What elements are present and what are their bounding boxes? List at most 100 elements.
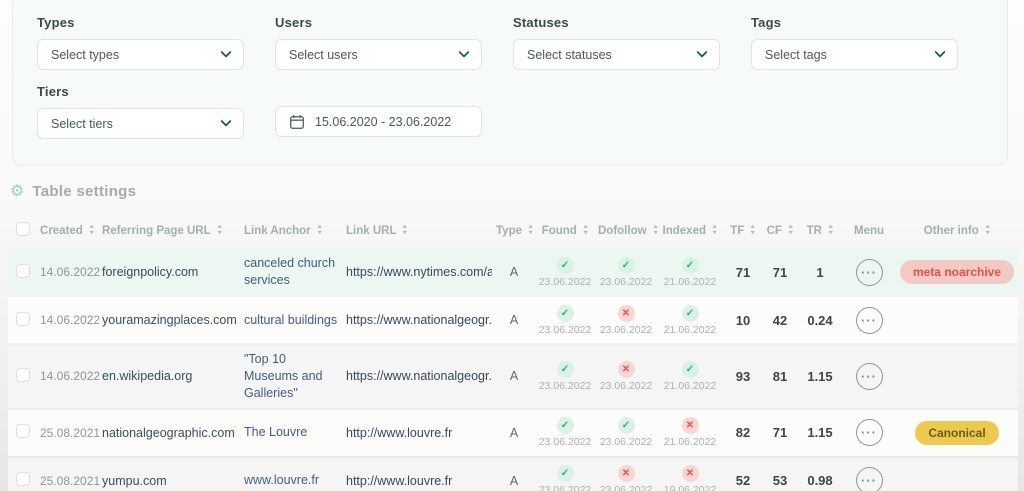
link-url-link[interactable]: https://www.nationalgeogr... — [346, 313, 492, 327]
sort-arrows-icon[interactable]: ▲▼ — [788, 225, 793, 236]
column-header-created[interactable]: Created▲▼ — [38, 212, 100, 247]
users-select-placeholder: Select users — [289, 48, 358, 62]
link-url-link[interactable]: http://www.louvre.fr — [346, 426, 492, 440]
sort-arrows-icon[interactable]: ▲▼ — [89, 225, 94, 236]
filter-field-statuses: Statuses Select statuses — [513, 15, 751, 70]
cross-icon: ✕ — [682, 465, 699, 482]
link-anchor-cell: The Louvre — [242, 410, 344, 456]
referring-page-url-link[interactable]: youramazingplaces.com — [102, 313, 237, 327]
cf-cell: 71 — [762, 410, 798, 456]
tf-cell: 10 — [724, 297, 762, 343]
table-settings-button[interactable]: ⚙ Table settings — [10, 183, 136, 200]
sort-arrows-icon[interactable]: ▲▼ — [217, 225, 222, 236]
row-menu-button[interactable]: ··· — [856, 307, 883, 334]
row-menu-button[interactable]: ··· — [856, 467, 883, 491]
tr-cell: 0.98 — [798, 458, 842, 491]
status-date: 23.06.2022 — [536, 324, 594, 336]
referring-page-url-link[interactable]: foreignpolicy.com — [102, 265, 198, 279]
sort-arrows-icon[interactable]: ▲▼ — [985, 225, 990, 236]
cf-cell: 53 — [762, 458, 798, 491]
date-range-input[interactable]: 15.06.2020 - 23.06.2022 — [275, 106, 482, 137]
sort-arrows-icon[interactable]: ▲▼ — [402, 225, 407, 236]
dofollow-cell: ✕ 23.06.2022 — [596, 345, 656, 408]
check-icon: ✓ — [618, 257, 635, 274]
check-icon: ✓ — [682, 305, 699, 322]
tf-cell: 82 — [724, 410, 762, 456]
column-header-cf[interactable]: CF▲▼ — [762, 212, 798, 247]
tf-cell: 71 — [724, 249, 762, 295]
status-date: 23.06.2022 — [598, 324, 654, 336]
types-select[interactable]: Select types — [37, 39, 244, 70]
select-all-checkbox[interactable] — [16, 222, 30, 236]
other-info-badge: Canonical — [915, 421, 998, 445]
sort-arrows-icon[interactable]: ▲▼ — [828, 225, 833, 236]
cross-icon: ✕ — [618, 361, 635, 378]
chevron-down-icon — [220, 115, 231, 126]
gear-icon: ⚙ — [10, 184, 24, 200]
other-info-badge: meta noarchive — [900, 260, 1014, 284]
link-url-link[interactable]: https://www.nationalgeogr... — [346, 369, 492, 383]
column-header-found[interactable]: Found▲▼ — [534, 212, 596, 247]
row-checkbox[interactable] — [16, 264, 30, 278]
status-date: 23.06.2022 — [598, 380, 654, 392]
row-checkbox[interactable] — [16, 368, 30, 382]
sort-arrows-icon[interactable]: ▲▼ — [653, 225, 658, 236]
sort-arrows-icon[interactable]: ▲▼ — [750, 225, 755, 236]
status-date: 23.06.2022 — [536, 436, 594, 448]
cf-cell: 71 — [762, 249, 798, 295]
referring-page-url-link[interactable]: yumpu.com — [102, 474, 167, 488]
created-cell: 14.06.2022 — [38, 345, 100, 408]
sort-arrows-icon[interactable]: ▲▼ — [317, 225, 322, 236]
row-checkbox[interactable] — [16, 312, 30, 326]
column-header-link-anchor[interactable]: Link Anchor▲▼ — [242, 212, 344, 247]
type-cell: A — [494, 297, 534, 343]
row-checkbox[interactable] — [16, 424, 30, 438]
filter-field-daterange: 15.06.2020 - 23.06.2022 — [275, 84, 513, 139]
statuses-select[interactable]: Select statuses — [513, 39, 720, 70]
link-url-link[interactable]: http://www.louvre.fr — [346, 474, 492, 488]
link-url-link[interactable]: https://www.nytimes.com/a... — [346, 265, 492, 279]
column-header-link-url[interactable]: Link URL▲▼ — [344, 212, 494, 247]
type-cell: A — [494, 249, 534, 295]
tr-cell: 0.24 — [798, 297, 842, 343]
row-menu-button[interactable]: ··· — [856, 419, 883, 446]
filter-field-tags: Tags Select tags — [751, 15, 989, 70]
tr-cell: 1.15 — [798, 410, 842, 456]
referring-page-url-link[interactable]: nationalgeographic.com — [102, 426, 235, 440]
found-cell: ✓23.06.2022 — [534, 249, 596, 295]
cf-cell: 81 — [762, 345, 798, 408]
row-menu-button[interactable]: ··· — [856, 259, 883, 286]
indexed-cell: ✕19.06.2022 — [656, 458, 724, 491]
sort-arrows-icon[interactable]: ▲▼ — [583, 225, 588, 236]
column-header-other-info[interactable]: Other info▲▼ — [896, 212, 1018, 247]
filter-field-types: Types Select types — [37, 15, 275, 70]
column-header-tr[interactable]: TR▲▼ — [798, 212, 842, 247]
column-header-indexed[interactable]: Indexed▲▼ — [656, 212, 724, 247]
status-date: 23.06.2022 — [536, 484, 594, 491]
column-header-tf[interactable]: TF▲▼ — [724, 212, 762, 247]
status-date: 23.06.2022 — [536, 380, 594, 392]
tr-cell: 1 — [798, 249, 842, 295]
column-header-dofollow[interactable]: Dofollow▲▼ — [596, 212, 656, 247]
filter-label-statuses: Statuses — [513, 15, 751, 30]
column-header-referring-page-url[interactable]: Referring Page URL▲▼ — [100, 212, 242, 247]
filter-field-users: Users Select users — [275, 15, 513, 70]
indexed-cell: ✓21.06.2022 — [656, 297, 724, 343]
sort-arrows-icon[interactable]: ▲▼ — [712, 225, 717, 236]
sort-arrows-icon[interactable]: ▲▼ — [528, 225, 533, 236]
table-row: 14.06.2022 foreignpolicy.com canceled ch… — [8, 249, 1018, 295]
link-anchor-cell: cultural buildings — [242, 297, 344, 343]
row-checkbox[interactable] — [16, 472, 30, 486]
filter-panel: Types Select types Users Select users St… — [12, 0, 1008, 166]
row-menu-button[interactable]: ··· — [856, 363, 883, 390]
calendar-icon — [289, 114, 305, 130]
status-date: 23.06.2022 — [598, 276, 654, 288]
column-header-type[interactable]: Type▲▼ — [494, 212, 534, 247]
tags-select[interactable]: Select tags — [751, 39, 958, 70]
dofollow-cell: ✓23.06.2022 — [596, 410, 656, 456]
chevron-down-icon — [220, 46, 231, 57]
users-select[interactable]: Select users — [275, 39, 482, 70]
filter-label-tiers: Tiers — [37, 84, 275, 99]
referring-page-url-link[interactable]: en.wikipedia.org — [102, 369, 192, 383]
tiers-select[interactable]: Select tiers — [37, 108, 244, 139]
